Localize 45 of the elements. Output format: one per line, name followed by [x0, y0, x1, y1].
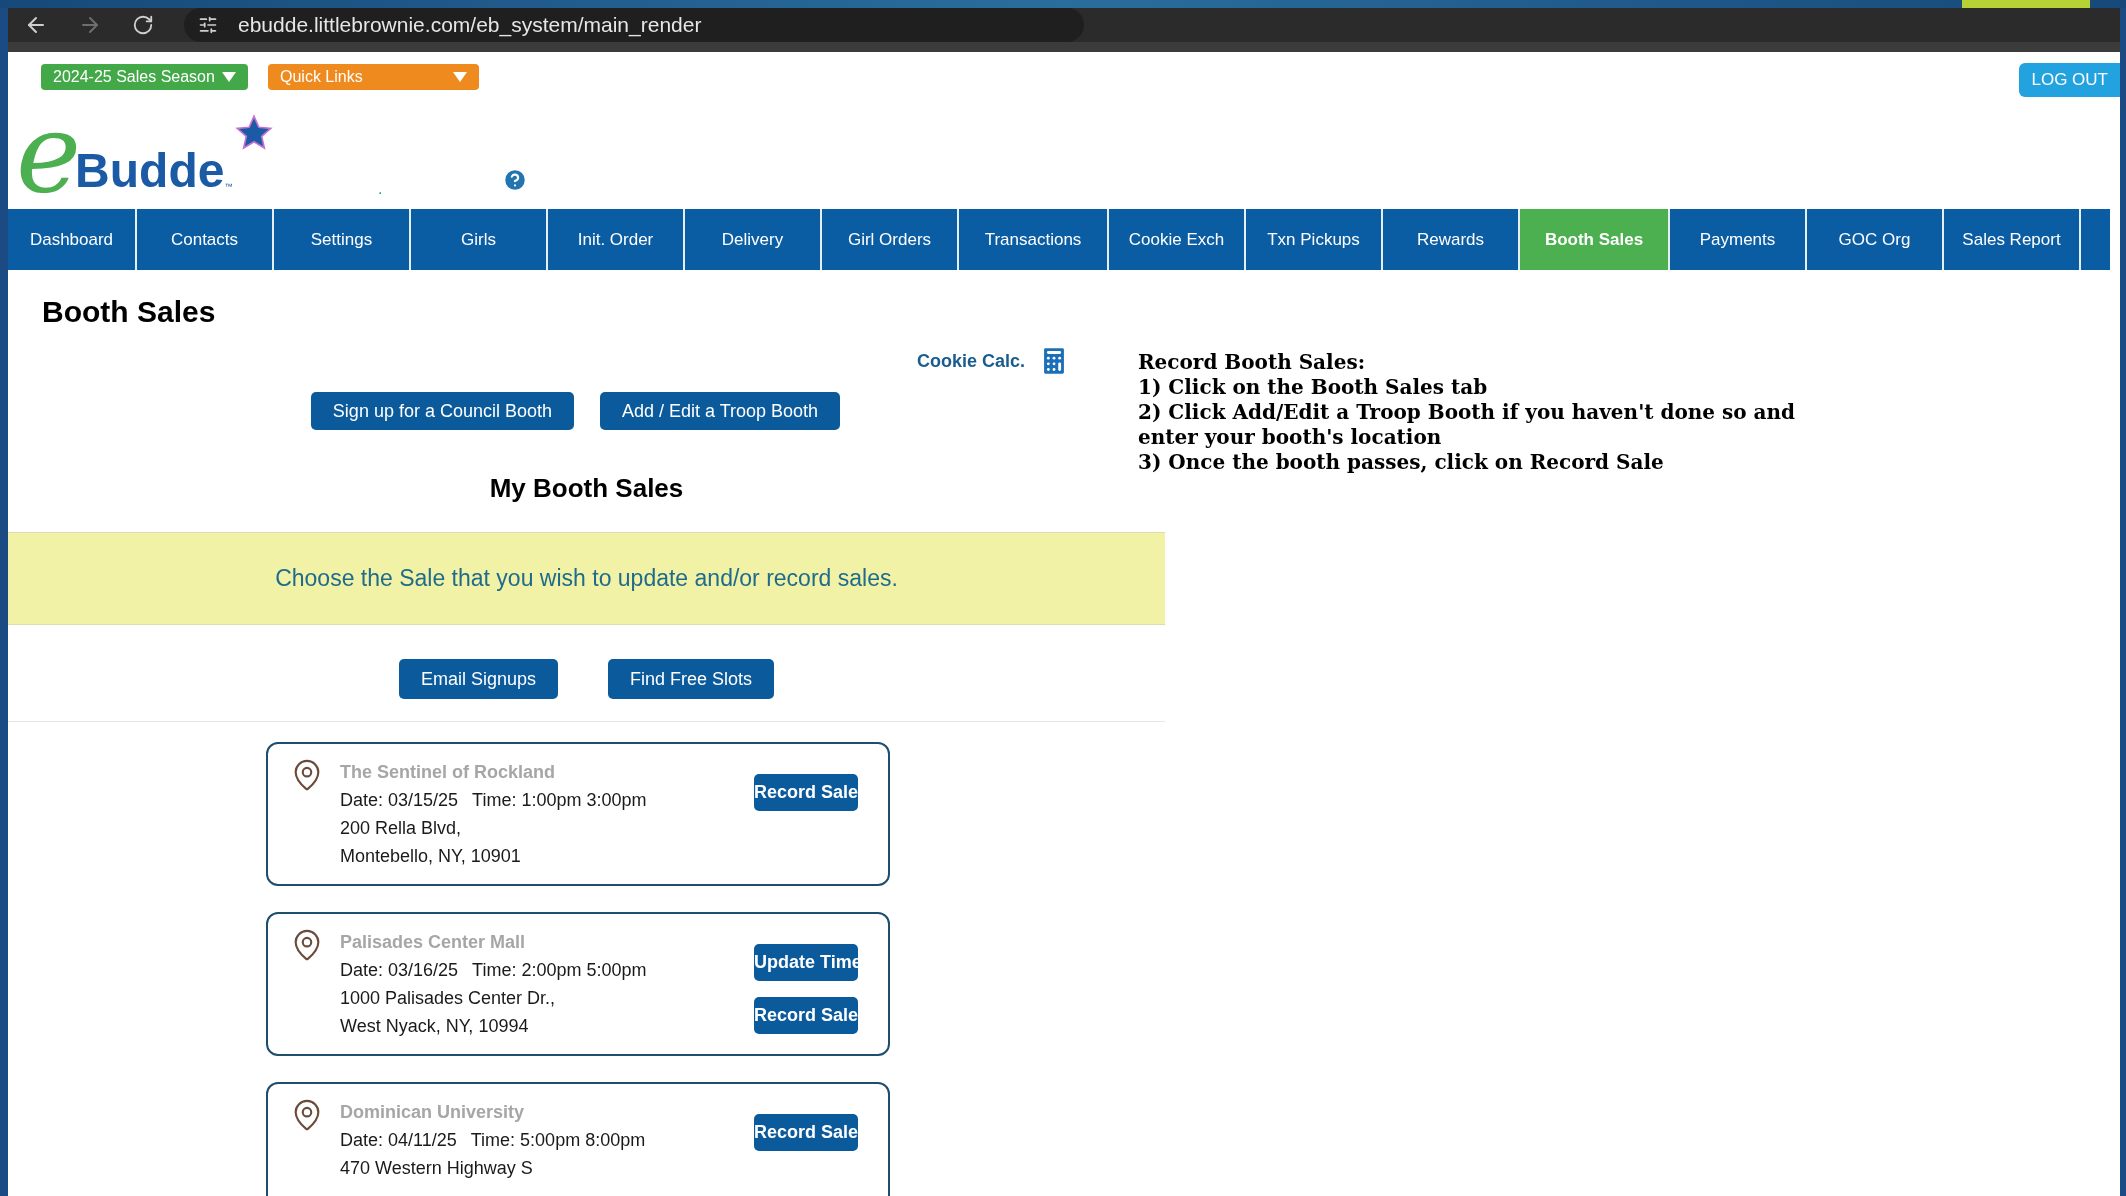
booth-name: Dominican University	[340, 1101, 526, 1124]
booth-name: Palisades Center Mall	[340, 931, 527, 954]
booth-address: Montebello, NY, 10901	[340, 845, 522, 868]
nav-tab[interactable]: Init. Order	[548, 209, 685, 270]
booth-address: West Nyack, NY, 10994	[340, 1015, 530, 1038]
booth-time: Time: 2:00pm 5:00pm	[472, 959, 647, 982]
booth-name: The Sentinel of Rockland	[340, 761, 557, 784]
instruction-step: 1) Click on the Booth Sales tab	[1138, 375, 1798, 400]
nav-tab[interactable]: Delivery	[685, 209, 822, 270]
action-button[interactable]: Email Signups	[398, 659, 558, 699]
address-bar[interactable]: ebudde.littlebrownie.com/eb_system/main_render	[184, 8, 1084, 42]
nav-tab[interactable]: Cookie Exch	[1109, 209, 1246, 270]
ebudde-logo: eBudde™	[16, 103, 276, 203]
nav-tab[interactable]: GOC Org	[1807, 209, 1944, 270]
nav-tab[interactable]: Sales Report	[1944, 209, 2081, 270]
booth-date: Date: 03/15/25	[340, 789, 459, 812]
nav-tab[interactable]: Transactions	[959, 209, 1109, 270]
nav-tab[interactable]: Girls	[411, 209, 548, 270]
nav-tab[interactable]: Contacts	[137, 209, 274, 270]
nav-tab[interactable]: Txn Pickups	[1246, 209, 1383, 270]
action-button[interactable]: Sign up for a Council Booth	[310, 392, 574, 430]
booth-address: 200 Rella Blvd,	[340, 817, 463, 840]
instructions-title: Record Booth Sales:	[1138, 350, 1367, 375]
nav-tab[interactable]: Dashboard	[8, 209, 137, 270]
action-button[interactable]: Record Sale	[754, 1114, 858, 1151]
action-button[interactable]: Find Free Slots	[608, 659, 775, 699]
booth-address: 470 Western Highway S	[340, 1157, 534, 1180]
action-button[interactable]: Add / Edit a Troop Booth	[600, 392, 841, 430]
notice-banner: Choose the Sale that you wish to update and/or record sales.	[8, 532, 1165, 625]
instruction-step: 2) Click Add/Edit a Troop Booth if you haven't done so and enter your booth's location	[1138, 400, 1798, 450]
action-button[interactable]: Record Sale	[754, 997, 858, 1034]
action-button[interactable]: Record Sale	[754, 774, 858, 811]
cookie-calc-link[interactable]: Cookie Calc.	[916, 347, 1025, 375]
booth-address: 1000 Palisades Center Dr.,	[340, 987, 557, 1010]
nav-tab[interactable]: Settings	[274, 209, 411, 270]
nav-tab[interactable]: Payments	[1670, 209, 1807, 270]
section-title: My Booth Sales	[488, 472, 685, 504]
booth-time: Time: 1:00pm 3:00pm	[472, 789, 647, 812]
dot-text: .	[378, 179, 383, 199]
nav-tab[interactable]: Girl Orders	[822, 209, 959, 270]
booth-date: Date: 03/16/25	[340, 959, 459, 982]
booth-date: Date: 04/11/25	[340, 1129, 457, 1152]
page-heading: Booth Sales	[42, 294, 217, 330]
instruction-step: 3) Once the booth passes, click on Record Sale	[1138, 450, 1798, 475]
booth-time: Time: 5:00pm 8:00pm	[470, 1129, 646, 1152]
